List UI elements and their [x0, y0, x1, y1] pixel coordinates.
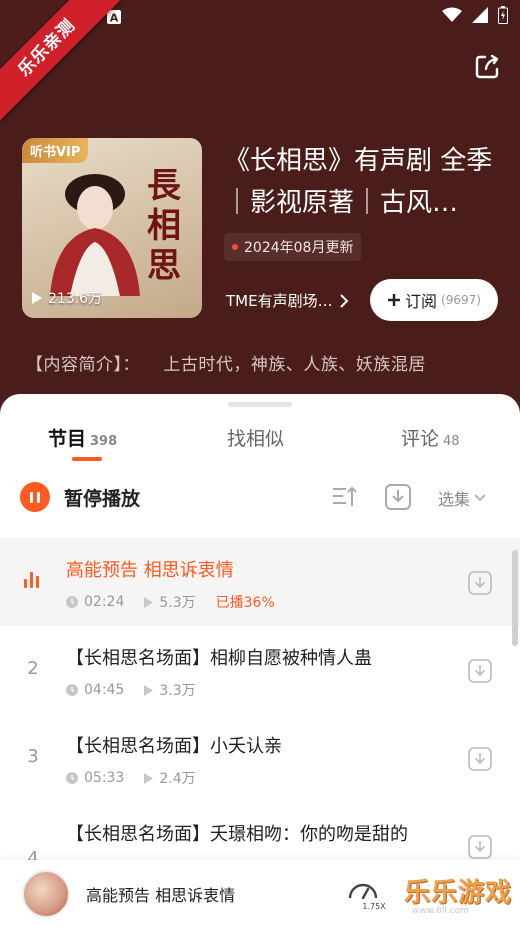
play-count: 213.6万 — [32, 288, 102, 308]
mini-player-cover[interactable] — [22, 870, 70, 918]
svg-text:A: A — [110, 12, 119, 25]
subscribe-button[interactable]: 订阅 (9697) — [370, 279, 498, 321]
episode-number: 2 — [27, 658, 39, 679]
update-badge: 2024年08月更新 — [224, 233, 362, 261]
album-title: 《长相思》有声剧 全季｜影视原著｜古风… — [224, 146, 493, 218]
sort-icon[interactable] — [332, 486, 358, 508]
episode-sheet: 节目 398 找相似 评论 48 暂停播放 选集 高能预告 相思诉衷情 02:2… — [0, 394, 520, 926]
download-all-icon[interactable] — [385, 484, 411, 510]
battery-icon — [498, 6, 508, 24]
sheet-drag-handle[interactable] — [228, 402, 292, 407]
update-dot-icon — [232, 244, 238, 250]
play-count-icon — [144, 772, 154, 784]
cover-figure-illustration — [50, 174, 140, 296]
episode-plays: 3.3万 — [144, 680, 196, 700]
update-text: 2024年08月更新 — [244, 240, 354, 256]
download-icon[interactable] — [468, 571, 492, 595]
tab-similar[interactable]: 找相似 — [227, 424, 284, 451]
episode-plays: 2.4万 — [144, 768, 196, 788]
tab-comments[interactable]: 评论 48 — [401, 424, 460, 451]
subscribe-label: 订阅 — [405, 292, 438, 311]
watermark-url: www.6ll.com — [412, 906, 469, 916]
episode-row[interactable]: 3 【长相思名场面】小夭认亲 05:33 2.4万 — [0, 714, 520, 802]
tab-episodes[interactable]: 节目 398 — [48, 424, 117, 451]
tab-similar-label: 找相似 — [227, 428, 285, 450]
album-intro[interactable]: 【内容简介】： 上古时代，神族、人族、妖族混居 — [26, 350, 496, 380]
mini-player[interactable]: 高能预告 相思诉衷情 1.75X 乐乐游戏 www.6ll.com — [0, 860, 520, 926]
clock-icon — [66, 684, 78, 696]
episode-title: 高能预告 相思诉衷情 — [66, 560, 234, 581]
episode-number: 3 — [27, 746, 39, 767]
tab-comments-label: 评论 — [401, 428, 440, 450]
tab-episodes-label: 节目 — [48, 428, 87, 450]
now-playing-icon — [24, 572, 39, 588]
episode-meta: 02:24 5.3万 已播36% — [66, 592, 275, 612]
tab-comments-count: 48 — [443, 434, 460, 449]
tab-episodes-count: 398 — [90, 434, 118, 449]
playback-toolbar: 暂停播放 选集 — [0, 482, 520, 518]
signal-icon — [472, 7, 488, 23]
pause-icon-bar — [30, 491, 33, 503]
pause-icon-bar — [37, 491, 40, 503]
cover-title-art: 長相思 — [147, 166, 181, 286]
episode-plays-value: 5.3万 — [159, 595, 196, 611]
chevron-down-icon — [474, 494, 486, 502]
episode-select[interactable]: 选集 — [438, 486, 486, 510]
mini-player-title: 高能预告 相思诉衷情 — [86, 886, 236, 905]
episode-title: 【长相思名场面】夭璟相吻：你的吻是甜的 — [66, 824, 408, 845]
status-right-icons — [442, 6, 508, 24]
download-icon[interactable] — [468, 659, 492, 683]
play-count-icon — [144, 684, 154, 696]
subscribe-count: (9697) — [441, 293, 481, 307]
publisher-link[interactable]: TME有声剧场… — [226, 290, 349, 311]
wifi-icon — [442, 7, 462, 22]
episode-row[interactable]: 2 【长相思名场面】相柳自愿被种情人蛊 04:45 3.3万 — [0, 626, 520, 714]
episode-duration: 02:24 — [66, 594, 124, 610]
vip-tag: 听书VIP — [22, 138, 89, 163]
share-icon[interactable] — [472, 52, 502, 82]
plus-icon — [388, 294, 401, 306]
episode-plays-value: 2.4万 — [159, 771, 196, 787]
episode-row[interactable]: 高能预告 相思诉衷情 02:24 5.3万 已播36% — [0, 538, 520, 626]
episode-duration-value: 05:33 — [84, 770, 125, 786]
speed-label: 1.75X — [362, 902, 386, 911]
album-cover[interactable]: 听书VIP 長相思 213.6万 — [22, 138, 202, 318]
chevron-right-icon — [339, 293, 349, 308]
episode-meta: 04:45 3.3万 — [66, 680, 196, 700]
episode-duration-value: 02:24 — [84, 594, 125, 610]
clock-icon — [66, 772, 78, 784]
list-scrollbar[interactable] — [512, 550, 518, 646]
episode-meta: 05:33 2.4万 — [66, 768, 196, 788]
clock-icon — [66, 596, 78, 608]
pause-button[interactable] — [20, 482, 50, 512]
episode-duration: 04:45 — [66, 682, 124, 698]
album-header: A 乐乐亲测 听书VIP 長相思 213.6万 《长相思》有声剧 全季｜影视原著… — [0, 0, 520, 460]
episode-progress: 已播36% — [215, 595, 275, 611]
episode-title: 【长相思名场面】小夭认亲 — [66, 736, 282, 757]
episode-duration: 05:33 — [66, 770, 124, 786]
episode-select-label: 选集 — [438, 490, 471, 509]
publisher-name: TME有声剧场… — [226, 292, 333, 310]
play-icon — [32, 292, 42, 304]
download-icon[interactable] — [468, 747, 492, 771]
episode-duration-value: 04:45 — [84, 682, 125, 698]
play-count-icon — [144, 596, 154, 608]
play-count-value: 213.6万 — [48, 291, 103, 307]
playback-speed-icon[interactable]: 1.75X — [346, 878, 386, 912]
watermark-logo: 乐乐游戏 — [404, 878, 513, 908]
episode-plays-value: 3.3万 — [159, 683, 196, 699]
episode-list: 高能预告 相思诉衷情 02:24 5.3万 已播36% 2 【长相思名场面】相柳… — [0, 538, 520, 890]
download-icon[interactable] — [468, 835, 492, 859]
episode-plays: 5.3万 — [144, 592, 196, 612]
tab-active-indicator — [72, 457, 102, 461]
pause-label[interactable]: 暂停播放 — [64, 484, 140, 511]
episode-title: 【长相思名场面】相柳自愿被种情人蛊 — [66, 648, 372, 669]
